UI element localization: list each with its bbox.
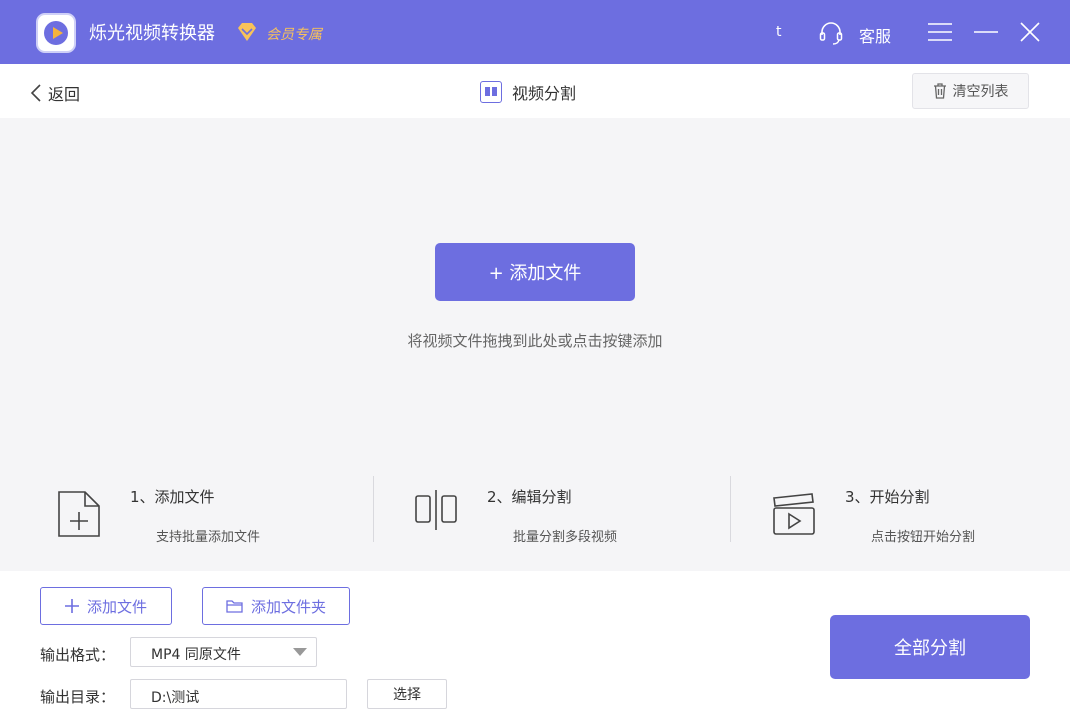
minimize-icon[interactable] bbox=[973, 20, 999, 44]
add-file-button[interactable]: 添加文件 bbox=[40, 587, 172, 625]
customer-service-label[interactable]: 客服 bbox=[859, 23, 891, 47]
clear-list-label: 清空列表 bbox=[952, 84, 1009, 100]
add-folder-button[interactable]: 添加文件夹 bbox=[202, 587, 350, 625]
steps-guide: 1、添加文件 支持批量添加文件 2、编辑分割 批量分割多段视频 3、开始分割 点… bbox=[0, 476, 1070, 546]
vip-badge-text[interactable]: 会员专属 bbox=[266, 24, 322, 44]
caret-down-icon bbox=[293, 648, 307, 656]
vip-diamond-icon bbox=[238, 23, 256, 41]
bottom-panel: 添加文件 添加文件夹 输出格式： MP4 同原文件 输出目录： 选择 全部分割 bbox=[0, 571, 1070, 720]
output-format-label: 输出格式： bbox=[40, 646, 116, 664]
close-icon[interactable] bbox=[1019, 20, 1041, 44]
split-all-button[interactable]: 全部分割 bbox=[830, 615, 1030, 679]
output-format-value: MP4 同原文件 bbox=[151, 647, 241, 663]
folder-icon bbox=[226, 600, 243, 613]
title-bar: 烁光视频转换器 会员专属 t 客服 bbox=[0, 0, 1070, 64]
user-name[interactable]: t bbox=[776, 24, 782, 40]
chevron-left-icon bbox=[30, 84, 41, 102]
step-divider bbox=[373, 476, 374, 542]
step-title: 1、添加文件 bbox=[130, 488, 215, 506]
split-edit-icon bbox=[415, 490, 457, 530]
step-title: 3、开始分割 bbox=[845, 488, 930, 506]
video-split-icon bbox=[480, 81, 502, 103]
add-file-label: 添加文件 bbox=[86, 597, 147, 616]
headset-icon[interactable] bbox=[818, 20, 844, 46]
app-logo bbox=[36, 13, 76, 53]
trash-icon bbox=[933, 83, 946, 99]
output-dir-input[interactable] bbox=[130, 679, 347, 709]
step-desc: 支持批量添加文件 bbox=[156, 530, 261, 545]
app-title: 烁光视频转换器 bbox=[89, 23, 215, 44]
page-title-text: 视频分割 bbox=[512, 84, 577, 103]
step-title: 2、编辑分割 bbox=[487, 488, 572, 506]
output-dir-label: 输出目录： bbox=[40, 688, 116, 706]
add-file-main-button[interactable]: + 添加文件 bbox=[435, 243, 635, 301]
menu-icon[interactable] bbox=[927, 20, 953, 44]
add-file-icon bbox=[58, 491, 100, 537]
choose-dir-button[interactable]: 选择 bbox=[367, 679, 447, 709]
step-desc: 点击按钮开始分割 bbox=[871, 530, 976, 545]
step-desc: 批量分割多段视频 bbox=[513, 530, 618, 545]
drop-hint: 将视频文件拖拽到此处或点击按键添加 bbox=[407, 332, 663, 350]
output-format-select[interactable]: MP4 同原文件 bbox=[130, 637, 317, 667]
file-drop-area[interactable]: + 添加文件 将视频文件拖拽到此处或点击按键添加 1、添加文件 支持批量添加文件… bbox=[0, 118, 1070, 571]
back-label: 返回 bbox=[48, 85, 81, 104]
toolbar: 返回 视频分割 清空列表 bbox=[0, 64, 1070, 118]
plus-icon bbox=[64, 599, 79, 613]
step-divider bbox=[730, 476, 731, 542]
add-folder-label: 添加文件夹 bbox=[250, 597, 326, 616]
page-title: 视频分割 bbox=[480, 80, 576, 104]
back-button[interactable]: 返回 bbox=[30, 81, 80, 105]
clapper-play-icon bbox=[773, 493, 815, 535]
clear-list-button[interactable]: 清空列表 bbox=[912, 73, 1029, 109]
